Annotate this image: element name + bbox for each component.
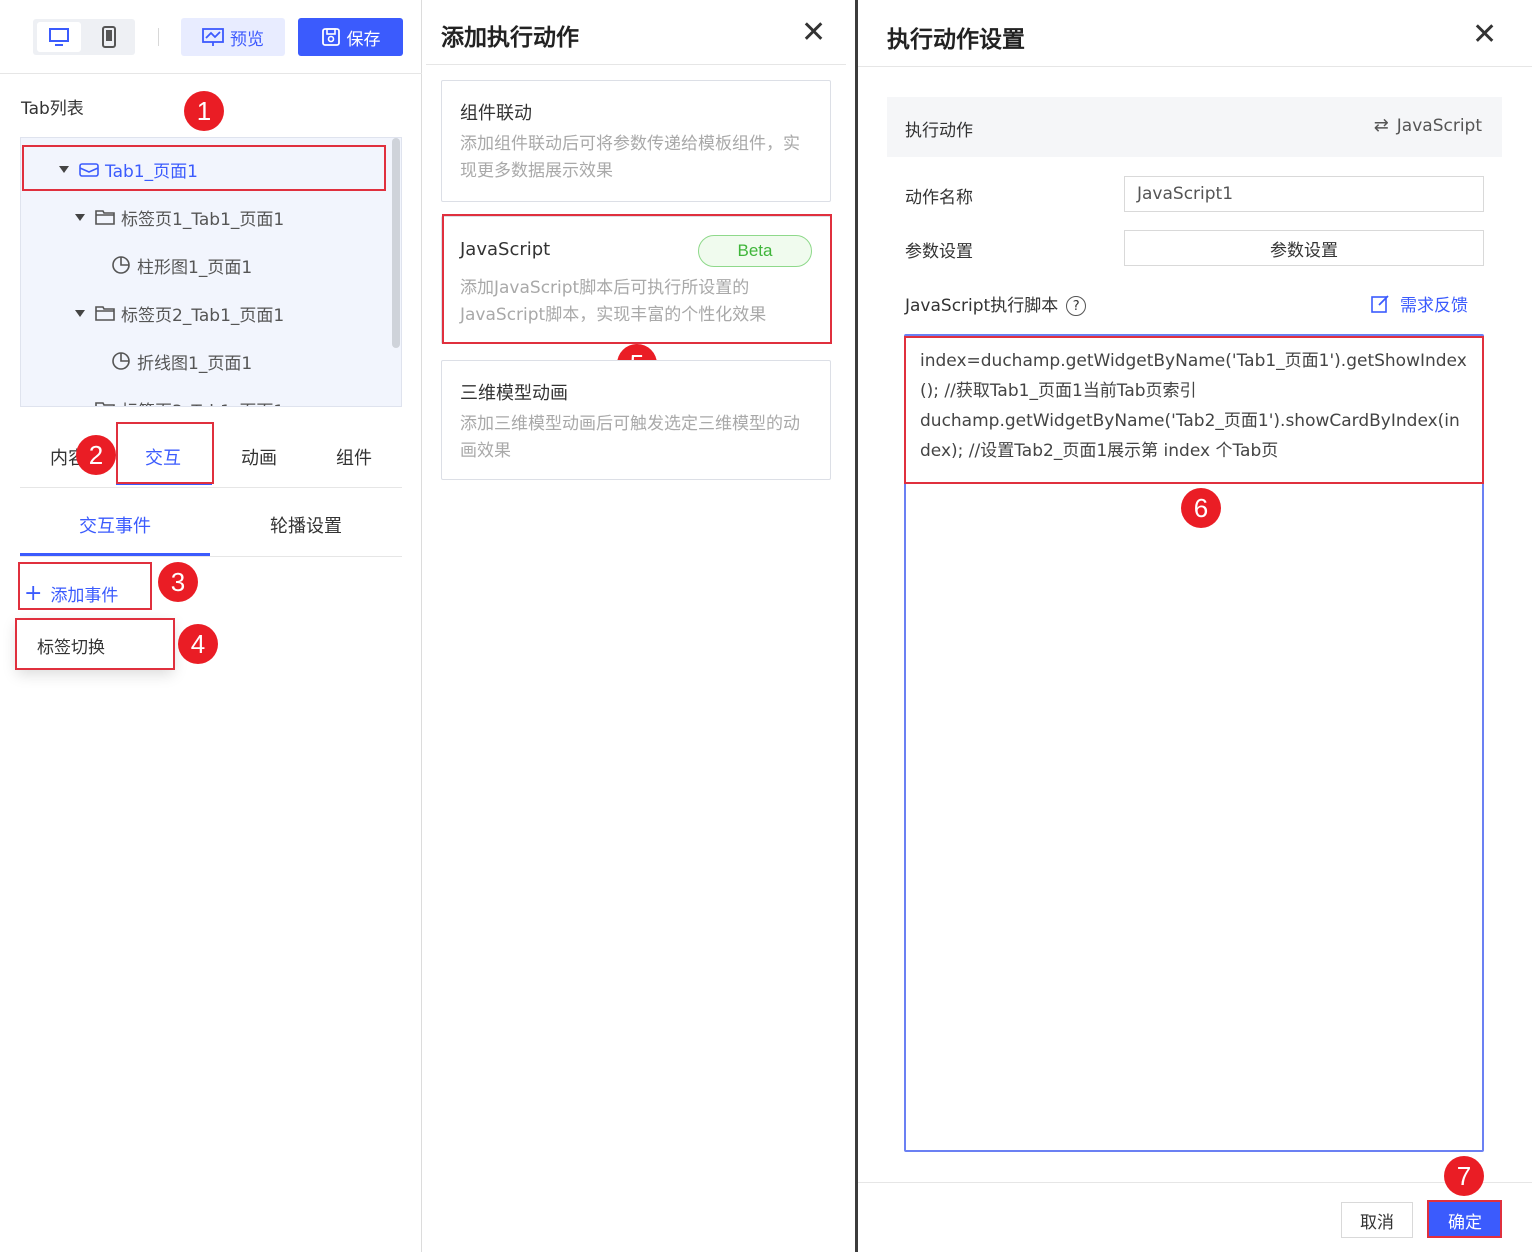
step-badge-1: 1 [184,91,224,131]
edit-icon [1371,294,1389,313]
add-action-panel: 添加执行动作 ✕ 组件联动 添加组件联动后可将参数传递给模板组件，实现更多数据展… [426,0,846,1252]
script-label: JavaScript执行脚本 [905,296,1059,316]
mobile-icon [102,26,116,48]
tree-item-label: 标签页3_Tab1_页面1 [121,397,284,407]
preview-icon [202,28,224,46]
caret-down-icon[interactable] [75,213,85,221]
tab-animation[interactable]: 动画 [241,444,277,470]
tree-item-linechart1[interactable]: 折线图1_页面1 [21,337,387,385]
help-icon[interactable]: ? [1066,296,1087,316]
exec-action-switch[interactable]: ⇄ JavaScript [1374,115,1482,136]
param-settings-button[interactable]: 参数设置 [1124,230,1484,266]
action-settings-panel: 执行动作设置 ✕ 执行动作 ⇄ JavaScript 动作名称 JavaScri… [858,0,1532,1252]
save-button[interactable]: 保存 [298,18,403,56]
swap-icon: ⇄ [1373,115,1389,136]
feedback-label: 需求反馈 [1400,296,1468,316]
folder-icon [95,402,115,406]
chart-icon [112,256,130,274]
tree-item-tabpage3[interactable]: 标签页3_Tab1_页面1 [21,385,387,407]
tree-item-tabpage2[interactable]: 标签页2_Tab1_页面1 [21,289,387,337]
step-badge-7: 7 [1444,1156,1484,1196]
caret-down-icon[interactable] [75,309,85,317]
feedback-link[interactable]: 需求反馈 [1370,291,1468,316]
tree-item-barchart1[interactable]: 柱形图1_页面1 [21,241,387,289]
highlight-box-tab-switch [15,618,175,670]
header-divider [858,66,1532,67]
highlight-box-add-event [18,562,152,610]
highlight-box-confirm [1427,1200,1502,1238]
tab-component[interactable]: 组件 [336,444,372,470]
step-badge-2: 2 [76,435,116,475]
tree-item-label: 标签页1_Tab1_页面1 [121,209,285,230]
sub-tab-events[interactable]: 交互事件 [79,512,151,538]
close-icon[interactable]: ✕ [801,18,826,48]
highlight-box-javascript-card [442,214,832,344]
card-description: 添加三维模型动画后可触发选定三维模型的动画效果 [460,414,800,461]
tree-item-label: 折线图1_页面1 [137,353,253,374]
folder-icon [95,306,115,321]
footer-divider [858,1182,1532,1183]
mobile-view-button[interactable] [87,22,131,52]
tree-item-label: 标签页2_Tab1_页面1 [121,305,285,326]
card-description: 添加组件联动后可将参数传递给模板组件，实现更多数据展示效果 [460,134,800,181]
tab-list-label: Tab列表 [21,99,84,119]
toolbar-divider [158,28,159,46]
step-badge-6: 6 [1181,488,1221,528]
sub-tab-underline [20,553,210,556]
tree-scrollbar[interactable] [392,138,400,348]
param-settings-label: 参数设置 [905,242,973,262]
chart-icon [112,352,130,370]
left-panel: 预览 保存 Tab列表 Tab1_页面1 标签页1_Tab1_页面1 柱形图1_… [0,0,422,1252]
folder-icon [95,210,115,225]
step-badge-3: 3 [158,562,198,602]
card-title: 三维模型动画 [460,383,568,404]
highlight-box-tab1 [22,145,386,191]
exec-action-label: 执行动作 [905,121,973,141]
panel-title: 添加执行动作 [441,25,579,51]
preview-label: 预览 [230,29,264,50]
save-label: 保存 [346,29,381,50]
panel-title: 执行动作设置 [887,27,1025,53]
action-card-3d-animation[interactable]: 三维模型动画 添加三维模型动画后可触发选定三维模型的动画效果 [441,360,831,480]
left-toolbar: 预览 保存 [0,0,422,74]
cancel-button[interactable]: 取消 [1341,1202,1413,1238]
action-name-input[interactable]: JavaScript1 [1124,176,1484,212]
save-icon [321,28,340,46]
sub-tab-carousel[interactable]: 轮播设置 [270,512,342,538]
desktop-icon [49,28,69,46]
desktop-view-button[interactable] [37,22,81,52]
step-badge-4: 4 [178,624,218,664]
highlight-box-interaction-tab [116,422,214,484]
interaction-sub-tabs: 交互事件 轮播设置 [20,500,402,557]
header-divider [426,64,846,65]
preview-button[interactable]: 预览 [181,18,285,56]
exec-action-value: JavaScript [1396,115,1482,136]
card-title: 组件联动 [460,103,532,124]
exec-action-row: 执行动作 ⇄ JavaScript [887,97,1502,157]
close-icon[interactable]: ✕ [1472,20,1497,50]
caret-down-icon[interactable] [75,405,85,406]
tree-item-label: 柱形图1_页面1 [137,257,253,278]
tree-item-tabpage1[interactable]: 标签页1_Tab1_页面1 [21,193,387,241]
action-name-label: 动作名称 [905,188,973,208]
action-card-linkage[interactable]: 组件联动 添加组件联动后可将参数传递给模板组件，实现更多数据展示效果 [441,80,831,202]
script-label-row: JavaScript执行脚本? [905,291,1087,316]
device-toggle [33,19,135,55]
highlight-box-script [904,336,1484,484]
